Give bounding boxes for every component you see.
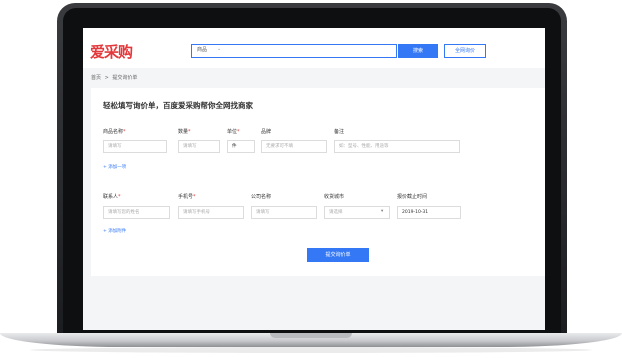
deadline-label: 报价截止时间 [397,194,428,200]
note-label: 备注 [334,129,345,135]
product-name-field[interactable]: 请填写 [103,140,167,153]
search-input[interactable]: 商品 ⌄ [191,44,397,58]
breadcrumb-current: 提交询价单 [112,75,138,81]
unit-label: 单位* [227,129,240,135]
top-bar: 爱采购 商品 ⌄ 搜索 全网询价 [83,28,545,68]
city-label: 收货城市 [324,194,345,200]
laptop-shadow [30,347,592,353]
contact-name-label: 联系人* [103,194,121,200]
phone-field[interactable]: 请填写手机号 [178,206,244,219]
deadline-date-field[interactable]: 2019-10-31 [397,206,461,219]
search-category-select[interactable]: 商品 [197,46,207,53]
breadcrumb-home-link[interactable]: 首页 [91,75,101,81]
unit-field[interactable]: 件 [227,140,255,153]
breadcrumb-separator: > [104,75,109,81]
quantity-label: 数量* [178,129,191,135]
inquiry-form-card: 轻松填写询价单，百度爱采购帮你全网找商家 商品名称* 数量* 单位* 品牌 备注… [91,88,545,276]
laptop-base-notch [270,333,352,338]
add-attachment-link[interactable]: + 添加附件 [103,228,126,234]
submit-inquiry-button[interactable]: 提交询价单 [307,248,369,262]
brand-label: 品牌 [261,129,272,135]
search-button[interactable]: 搜索 [398,44,438,58]
company-label: 公司名称 [251,194,272,200]
phone-label: 手机号* [178,194,196,200]
quantity-field[interactable]: 请填写 [178,140,220,153]
all-net-inquiry-button[interactable]: 全网询价 [444,44,486,58]
add-item-link[interactable]: + 添加一项 [103,164,126,170]
laptop-screen: 爱采购 商品 ⌄ 搜索 全网询价 首页 > 提交询价单 轻松填写询价单，百度爱采… [83,28,545,330]
brand-logo[interactable]: 爱采购 [90,41,133,62]
product-name-label: 商品名称* [103,129,126,135]
breadcrumb: 首页 > 提交询价单 [91,74,139,81]
contact-name-field[interactable]: 请填写您的姓名 [103,206,170,219]
chevron-down-icon: ▾ [381,209,384,214]
brand-field[interactable]: 无要求可不填 [261,140,327,153]
note-field[interactable]: 如：型号、性能、用途等 [334,140,460,153]
company-field[interactable]: 请填写 [251,206,317,219]
chevron-down-icon: ⌄ [217,46,222,52]
form-title: 轻松填写询价单，百度爱采购帮你全网找商家 [103,101,253,110]
